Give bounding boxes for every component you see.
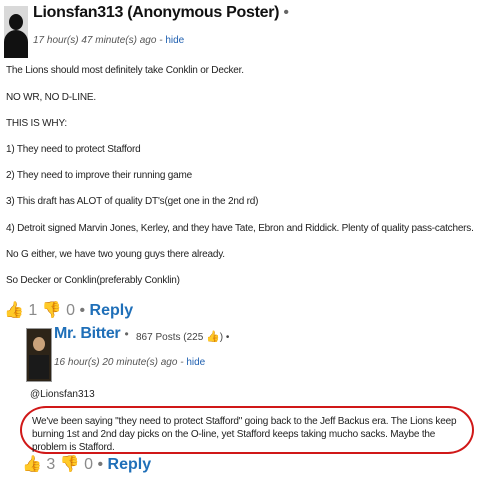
author-dot: • xyxy=(283,4,289,21)
thumbs-down-icon[interactable]: 👎 xyxy=(42,302,62,319)
comment-line: So Decker or Conklin(preferably Conklin) xyxy=(6,275,180,286)
timestamp: 17 hour(s) 47 minute(s) ago xyxy=(33,35,157,46)
author-dot: • xyxy=(124,327,129,341)
reply-body: We've been saying "they need to protect … xyxy=(32,416,457,453)
comment-reply: Mr. Bitter • 867 Posts (225 👍) • 16 hour… xyxy=(20,322,480,480)
upvote-count: 1 xyxy=(28,302,38,319)
avatar[interactable] xyxy=(4,6,28,58)
comment-meta: 16 hour(s) 20 minute(s) ago - hide xyxy=(54,357,205,368)
avatar-body xyxy=(4,30,28,58)
vote-row: 👍 3 👎 0 • Reply xyxy=(22,454,151,474)
reply-dot: • xyxy=(79,302,86,319)
author-name[interactable]: Lionsfan313 (Anonymous Poster) • xyxy=(33,4,289,22)
upvote-count: 3 xyxy=(46,456,56,473)
hide-link[interactable]: hide xyxy=(165,35,184,46)
post-count-close: ) xyxy=(219,332,224,343)
vote-row: 👍 1 👎 0 • Reply xyxy=(4,300,133,320)
comment-meta: 17 hour(s) 47 minute(s) ago - hide xyxy=(33,35,184,46)
post-count-text: 867 Posts (225 xyxy=(136,332,204,343)
author-name-text: Mr. Bitter xyxy=(54,325,121,342)
hide-link[interactable]: hide xyxy=(186,357,205,368)
avatar-face xyxy=(33,337,45,351)
author-name-text: Lionsfan313 (Anonymous Poster) xyxy=(33,4,280,21)
comment-line: 2) They need to improve their running ga… xyxy=(6,170,192,181)
thumbs-up-icon: 👍 xyxy=(206,331,220,343)
reply-dot: • xyxy=(97,456,104,473)
comment-line: The Lions should most definitely take Co… xyxy=(6,65,244,76)
meta-separator: - xyxy=(180,357,184,368)
thumbs-up-icon[interactable]: 👍 xyxy=(4,302,24,319)
comment-line: NO WR, NO D-LINE. xyxy=(6,92,96,103)
comment-line: 4) Detroit signed Marvin Jones, Kerley, … xyxy=(6,223,474,234)
comment-line: 1) They need to protect Stafford xyxy=(6,144,141,155)
post-count-dot: • xyxy=(225,332,230,343)
post-count: 867 Posts (225 👍) • xyxy=(136,330,229,343)
meta-separator: - xyxy=(159,35,163,46)
reply-button[interactable]: Reply xyxy=(108,456,152,473)
avatar[interactable] xyxy=(26,328,52,382)
downvote-count: 0 xyxy=(66,302,76,319)
comment-line: No G either, we have two young guys ther… xyxy=(6,249,225,260)
timestamp: 16 hour(s) 20 minute(s) ago xyxy=(54,357,178,368)
thumbs-down-icon[interactable]: 👎 xyxy=(60,456,80,473)
comment-line: THIS IS WHY: xyxy=(6,118,67,129)
avatar-head xyxy=(9,14,23,30)
reply-button[interactable]: Reply xyxy=(90,302,134,319)
avatar-shirt xyxy=(29,355,49,379)
downvote-count: 0 xyxy=(84,456,94,473)
mention-text: @Lionsfan313 xyxy=(30,389,95,400)
author-name[interactable]: Mr. Bitter • xyxy=(54,325,129,343)
comment-line: 3) This draft has ALOT of quality DT's(g… xyxy=(6,196,259,207)
thumbs-up-icon[interactable]: 👍 xyxy=(22,456,42,473)
